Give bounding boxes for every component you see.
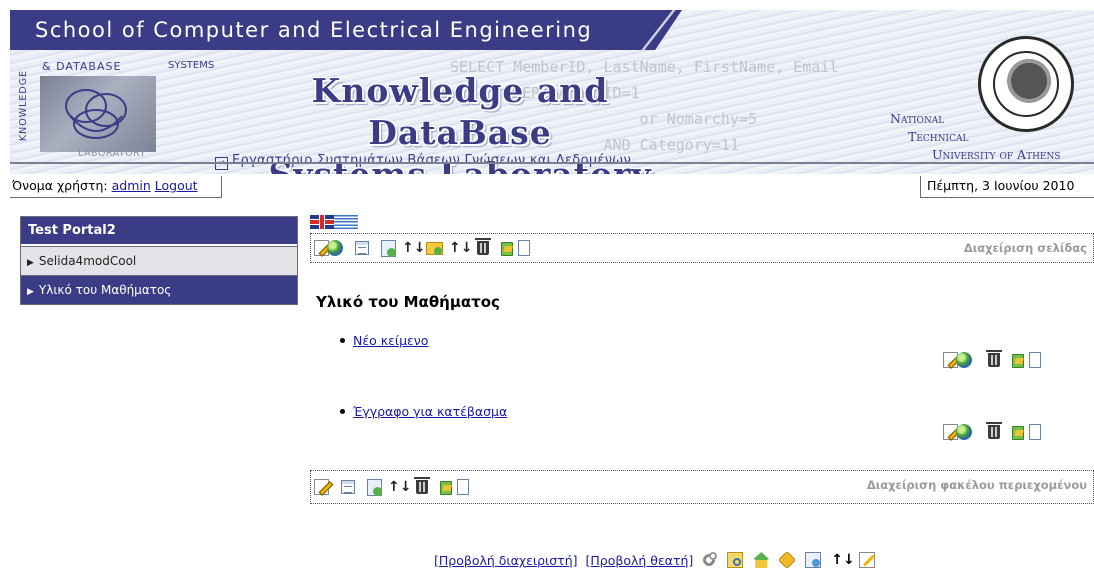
username-label: Όνομα χρήστη: xyxy=(12,178,108,193)
logo-text-laboratory: LABORATORY xyxy=(78,148,146,159)
viewer-view-link[interactable]: [Προβολή θεατή] xyxy=(586,553,694,568)
package-icon[interactable] xyxy=(778,550,797,570)
logo-text-knowledge: KNOWLEDGE xyxy=(18,69,30,142)
list-item: Έγγραφο για κατέβασμα xyxy=(340,404,507,419)
map-icon[interactable] xyxy=(727,552,744,568)
kdbsl-logo-image xyxy=(40,76,156,152)
delete-icon[interactable] xyxy=(986,422,1002,439)
triangle-right-icon: ▶ xyxy=(27,258,34,268)
lab-title-line1: Knowledge and DataBase xyxy=(311,71,609,152)
sidebar-item-course-material[interactable]: ▶ Υλικό του Μαθήματος xyxy=(21,275,297,304)
content-item-link[interactable]: Νέο κείμενο xyxy=(353,333,428,348)
delete-icon[interactable] xyxy=(414,477,430,494)
bullet-icon xyxy=(340,338,345,343)
new-item-icon[interactable] xyxy=(367,478,382,496)
footer: [Προβολή διαχειριστή] [Προβολή θεατή] ↑↓ xyxy=(434,550,885,570)
banner-divider xyxy=(10,162,1094,164)
admin-view-link[interactable]: [Προβολή διαχειριστή] xyxy=(434,553,578,568)
page-title: Υλικό του Μαθήματος xyxy=(316,293,500,311)
university-name-line1: National xyxy=(890,111,945,126)
page-admin-toolbar: ↑↓ ↑↓ Διαχείριση σελίδας xyxy=(310,233,1094,263)
new-page-icon[interactable] xyxy=(381,239,396,257)
greek-flag-icon[interactable] xyxy=(334,215,358,229)
kdbsl-logo: & DATABASE KNOWLEDGE SYSTEMS LABORATORY xyxy=(18,60,215,160)
triangle-right-icon: ▶ xyxy=(27,287,34,297)
new-folder-icon[interactable] xyxy=(426,241,443,255)
sidebar: Test Portal2 ▶ Selida4modCool ▶ Υλικό του … xyxy=(20,216,298,305)
copy-icon[interactable] xyxy=(501,240,518,256)
logo-text-systems: SYSTEMS xyxy=(168,60,215,71)
globe-icon[interactable] xyxy=(956,352,972,368)
copy-icon[interactable] xyxy=(440,479,457,495)
sidebar-title[interactable]: Test Portal2 xyxy=(21,217,297,246)
edit-icon[interactable] xyxy=(859,552,876,568)
ntua-seal-inner xyxy=(993,51,1059,117)
folder-toolbar-label: Διαχείριση φακέλου περιεχομένου xyxy=(866,478,1087,492)
list-item: Νέο κείμενο xyxy=(340,333,428,348)
move-up-down-icon[interactable]: ↑↓ xyxy=(449,239,472,257)
content-item-link[interactable]: Έγγραφο για κατέβασμα xyxy=(353,404,507,419)
globe-icon[interactable] xyxy=(956,424,972,440)
page-icon[interactable] xyxy=(1029,424,1041,440)
university-name-line2: Technical xyxy=(908,129,969,144)
globe-icon[interactable] xyxy=(327,240,343,256)
page-toolbar-label: Διαχείριση σελίδας xyxy=(963,241,1087,255)
university-name: National Technical University of Athens xyxy=(890,110,1061,164)
logout-link[interactable]: Logout xyxy=(155,178,198,193)
folder-admin-toolbar: ↑↓ Διαχείριση φακέλου περιεχομένου xyxy=(310,470,1094,504)
user-info: Όνομα χρήστη: admin Logout xyxy=(10,176,222,198)
uk-flag-icon[interactable] xyxy=(310,215,334,229)
settings-icon[interactable] xyxy=(701,552,718,568)
school-title: School of Computer and Electrical Engine… xyxy=(35,18,593,42)
item-actions xyxy=(943,422,1047,440)
header-banner: School of Computer and Electrical Engine… xyxy=(10,10,1094,174)
logo-text-database: & DATABASE xyxy=(42,60,122,73)
move-up-down-icon[interactable]: ↑↓ xyxy=(402,239,425,257)
username-link[interactable]: admin xyxy=(112,178,151,193)
copy-icon[interactable] xyxy=(1012,424,1029,440)
properties-icon[interactable] xyxy=(341,480,355,494)
sidebar-item-label: Υλικό του Μαθήματος xyxy=(38,283,172,297)
item-actions xyxy=(943,350,1047,368)
move-up-down-icon[interactable]: ↑↓ xyxy=(388,478,411,496)
bullet-icon xyxy=(340,409,345,414)
copy-icon[interactable] xyxy=(1012,352,1029,368)
properties-icon[interactable] xyxy=(355,241,369,255)
sidebar-item-label: Selida4modCool xyxy=(38,254,137,268)
lab-subtitle-text: Εργαστήριο Συστημάτων Βάσεων Γνώσεων και… xyxy=(232,153,632,168)
current-date: Πέμπτη, 3 Ιουνίου 2010 xyxy=(920,176,1094,198)
move-up-down-icon[interactable]: ↑↓ xyxy=(831,552,854,568)
delete-icon[interactable] xyxy=(475,238,491,255)
edit-icon[interactable] xyxy=(314,479,329,495)
page-icon[interactable] xyxy=(518,240,530,256)
page-icon[interactable] xyxy=(457,479,469,495)
school-title-bar: School of Computer and Electrical Engine… xyxy=(10,10,682,50)
page-icon[interactable] xyxy=(1029,352,1041,368)
language-switcher xyxy=(310,215,358,229)
home-icon[interactable] xyxy=(753,552,770,568)
delete-icon[interactable] xyxy=(986,350,1002,367)
list-icon[interactable] xyxy=(805,552,822,568)
sidebar-item-selida4modcool[interactable]: ▶ Selida4modCool xyxy=(21,246,297,275)
